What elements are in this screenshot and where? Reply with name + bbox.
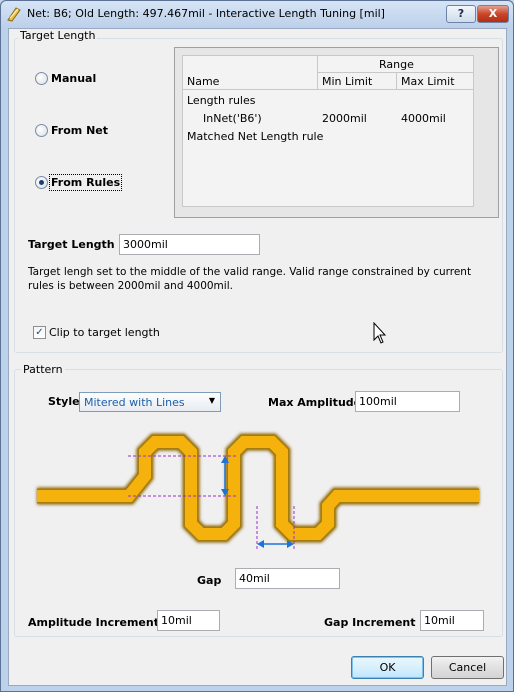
ok-button[interactable]: OK — [351, 656, 424, 679]
gap-increment-label: Gap Increment — [324, 616, 416, 629]
pattern-preview — [37, 433, 479, 551]
arrow-left-icon — [257, 540, 264, 548]
column-divider — [396, 72, 397, 89]
amplitude-increment-label: Amplitude Increment — [28, 616, 159, 629]
radio-from-net[interactable] — [35, 124, 48, 137]
column-header-max: Max Limit — [401, 75, 455, 88]
chevron-down-icon: ▼ — [208, 396, 215, 405]
table-row-matched-net[interactable]: Matched Net Length rule — [187, 130, 323, 143]
target-length-label: Target Length — [28, 238, 115, 251]
clip-checkbox-label[interactable]: Clip to target length — [49, 326, 160, 339]
title-bar[interactable]: Net: B6; Old Length: 497.467mil - Intera… — [1, 1, 513, 28]
window-title: Net: B6; Old Length: 497.467mil - Intera… — [27, 7, 385, 20]
amplitude-increment-input[interactable]: 10mil — [157, 610, 220, 631]
table-row-innet-max: 4000mil — [401, 112, 446, 125]
help-button[interactable]: ? — [446, 5, 476, 23]
table-row-length-rules[interactable]: Length rules — [187, 94, 256, 107]
rules-table: Range Name Min Limit Max Limit Length ru… — [182, 55, 474, 207]
table-row-innet-min: 2000mil — [322, 112, 367, 125]
table-row-innet-name[interactable]: InNet('B6') — [203, 112, 262, 125]
radio-manual-label[interactable]: Manual — [51, 72, 96, 85]
app-icon — [7, 7, 21, 22]
radio-from-rules[interactable] — [35, 176, 48, 189]
radio-manual[interactable] — [35, 72, 48, 85]
close-button[interactable]: X — [477, 5, 509, 23]
range-header: Range — [379, 58, 414, 71]
gap-input[interactable]: 40mil — [235, 568, 340, 589]
column-header-min: Min Limit — [322, 75, 373, 88]
trace-shadow — [37, 433, 479, 543]
max-amplitude-input[interactable]: 100mil — [355, 391, 460, 412]
info-text: Target lengh set to the middle of the va… — [28, 266, 472, 292]
pattern-group-label: Pattern — [21, 363, 65, 376]
dialog-window: Net: B6; Old Length: 497.467mil - Intera… — [0, 0, 514, 692]
header-divider — [317, 72, 474, 73]
rules-panel: Range Name Min Limit Max Limit Length ru… — [174, 47, 499, 218]
column-header-name: Name — [187, 75, 220, 88]
style-select-value: Mitered with Lines — [84, 396, 185, 409]
radio-from-net-label[interactable]: From Net — [51, 124, 108, 137]
radio-from-rules-label[interactable]: From Rules — [48, 174, 123, 191]
target-length-group-label: Target Length — [18, 29, 98, 42]
style-select[interactable]: Mitered with Lines ▼ — [79, 392, 221, 412]
target-length-input[interactable]: 3000mil — [119, 234, 260, 255]
gap-label: Gap — [197, 574, 222, 587]
gap-increment-input[interactable]: 10mil — [420, 610, 484, 631]
style-label: Style — [48, 395, 80, 408]
clip-checkbox[interactable]: ✓ — [33, 326, 46, 339]
max-amplitude-label: Max Amplitude — [268, 396, 362, 409]
header-bottom-line — [183, 89, 473, 90]
mouse-cursor-icon — [373, 322, 387, 344]
dialog-client: Target Length Manual From Net From Rules… — [8, 28, 507, 686]
cancel-button[interactable]: Cancel — [431, 656, 504, 679]
